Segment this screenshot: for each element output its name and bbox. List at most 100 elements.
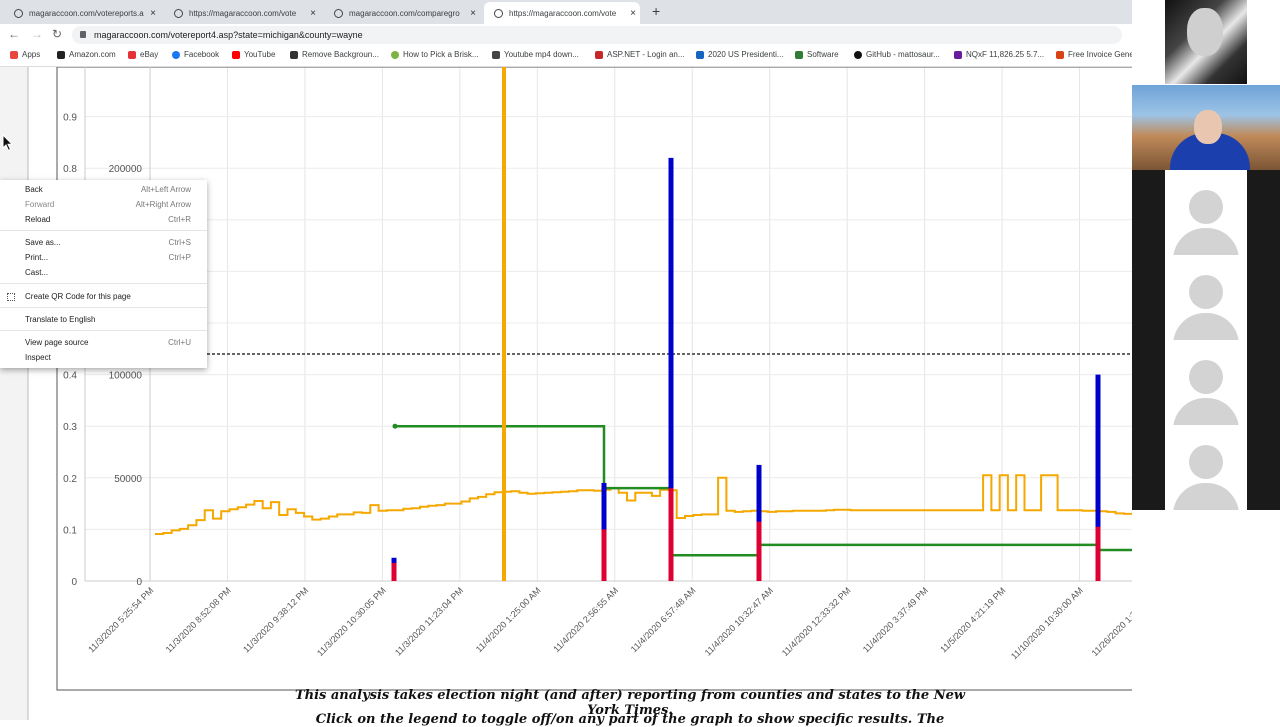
tab-strip: magaraccoon.com/votereports.a × https://… — [0, 0, 1132, 24]
close-tab-icon[interactable]: × — [146, 8, 160, 19]
bookmark-label: GitHub - mattosaur... — [866, 50, 940, 59]
avatar-head-icon — [1189, 190, 1223, 224]
bookmark-item[interactable]: eBay — [128, 50, 158, 59]
x-tick-label: 11/4/2020 6:57:48 AM — [629, 585, 698, 654]
bookmark-item[interactable]: Facebook — [172, 50, 219, 59]
menu-item-forward[interactable]: Forward Alt+Right Arrow — [0, 198, 207, 212]
x-tick-label: 11/4/2020 1:25:00 AM — [474, 585, 543, 654]
chart-markers — [502, 67, 506, 581]
bookmark-label: Apps — [22, 50, 41, 59]
close-tab-icon[interactable]: × — [466, 8, 480, 19]
page-content: 00.10.20.30.40.80.9050000100000200000204… — [0, 67, 1132, 720]
menu-item-cast[interactable]: Cast... — [0, 266, 207, 280]
bookmark-apps[interactable]: Apps — [10, 50, 40, 59]
browser-tab[interactable]: magaraccoon.com/comparegro × — [324, 2, 480, 24]
bookmark-icon — [1056, 50, 1064, 59]
forward-arrow-icon[interactable]: → — [31, 27, 43, 41]
avatar-body-icon — [1173, 398, 1239, 425]
bookmark-label: Software — [807, 50, 839, 59]
menu-shortcut: Ctrl+S — [168, 238, 191, 247]
reload-icon[interactable]: ↻ — [52, 27, 62, 41]
page-scrollbar[interactable] — [1234, 510, 1246, 720]
globe-icon — [174, 8, 183, 18]
x-tick-label: 11/3/2020 9:38:12 PM — [241, 585, 310, 654]
menu-item-view-source[interactable]: View page source Ctrl+U — [0, 336, 207, 350]
votes-tick-label: 200000 — [109, 164, 143, 175]
participant-video-2[interactable] — [1132, 85, 1280, 170]
chart-gridlines — [85, 67, 1132, 582]
participant-placeholder-2[interactable] — [1132, 255, 1280, 340]
menu-shortcut: Alt+Right Arrow — [135, 200, 191, 209]
x-tick-label: 11/4/2020 12:33:32 PM — [780, 585, 853, 658]
ratio-tick-label: 0.2 — [63, 474, 77, 485]
chart-series — [155, 423, 1132, 557]
new-tab-button[interactable]: + — [652, 3, 660, 19]
x-tick-label: 11/3/2020 11:23:04 PM — [393, 585, 465, 657]
red-bar — [601, 529, 607, 581]
close-tab-icon[interactable]: × — [626, 8, 640, 19]
participant-placeholder-3[interactable] — [1132, 340, 1280, 425]
bookmark-item[interactable]: Remove Backgroun... — [290, 50, 379, 59]
browser-tab[interactable]: magaraccoon.com/votereports.a × — [4, 2, 160, 24]
bookmark-item[interactable]: NQxF 11,826.25 5.7... — [954, 50, 1044, 59]
bookmark-item[interactable]: YouTube — [232, 50, 275, 59]
tab-title: magaraccoon.com/votereports.a — [29, 8, 144, 18]
bookmark-item[interactable]: Youtube mp4 down... — [492, 50, 579, 59]
bookmark-item[interactable]: 2020 US Presidenti... — [696, 50, 784, 59]
browser-tab-active[interactable]: https://magaraccoon.com/vote × — [484, 2, 640, 24]
menu-label: Forward — [25, 200, 55, 209]
menu-item-qr-code[interactable]: Create QR Code for this page — [0, 290, 207, 304]
close-tab-icon[interactable]: × — [306, 8, 320, 19]
votes-tick-label: 100000 — [109, 371, 143, 382]
bookmark-item[interactable]: Amazon.com — [57, 50, 116, 59]
x-tick-label: 11/3/2020 10:30:05 PM — [315, 585, 388, 658]
browser-toolbar: ← → ↻ magaraccoon.com/votereport4.asp?st… — [0, 24, 1132, 46]
orange-vertical-marker — [502, 67, 506, 581]
bookmark-label: 2020 US Presidenti... — [708, 50, 784, 59]
red-bar — [668, 488, 674, 581]
menu-item-reload[interactable]: Reload Ctrl+R — [0, 213, 207, 227]
avatar-head-icon — [1189, 275, 1223, 309]
menu-item-translate[interactable]: Translate to English — [0, 313, 207, 327]
bookmark-item[interactable]: Free Invoice Gene... — [1056, 50, 1140, 59]
menu-item-save-as[interactable]: Save as... Ctrl+S — [0, 236, 207, 250]
amazon-icon — [57, 50, 65, 59]
bookmark-label: eBay — [140, 50, 159, 59]
ratio-tick-label: 0.3 — [63, 422, 77, 433]
context-menu: Back Alt+Left Arrow Forward Alt+Right Arro… — [0, 180, 207, 368]
x-tick-label: 11/4/2020 10:32:47 AM — [703, 585, 775, 657]
bookmark-icon — [696, 50, 704, 59]
back-arrow-icon[interactable]: ← — [8, 27, 20, 41]
bookmark-item[interactable]: GitHub - mattosaur... — [854, 50, 940, 59]
ratio-tick-label: 0.9 — [63, 113, 77, 124]
ratio-tick-label: 0.1 — [63, 525, 77, 536]
chart-tick-labels: 00.10.20.30.40.80.9050000100000200000204… — [63, 113, 1132, 662]
bookmark-item[interactable]: ASP.NET - Login an... — [595, 50, 685, 59]
bookmark-item[interactable]: Software — [795, 50, 839, 59]
participant-video-1[interactable] — [1132, 0, 1280, 85]
bookmark-item[interactable]: How to Pick a Brisk... — [391, 50, 479, 59]
avatar-body-icon — [1173, 228, 1239, 255]
participant-placeholder-1[interactable] — [1132, 170, 1280, 255]
tab-title: magaraccoon.com/comparegro — [349, 8, 460, 18]
participant-placeholder-4[interactable] — [1132, 425, 1280, 510]
votes-tick-label: 0 — [136, 577, 142, 588]
bookmark-label: Free Invoice Gene... — [1068, 50, 1141, 59]
participant-face — [1187, 8, 1223, 56]
browser-tab[interactable]: https://magaraccoon.com/vote × — [164, 2, 320, 24]
bookmark-icon — [391, 50, 399, 59]
bookmark-label: NQxF 11,826.25 5.7... — [966, 50, 1045, 59]
x-tick-label: 11/3/2020 5:25:54 PM — [86, 585, 155, 654]
x-tick-label: 11/4/2020 3:37:49 PM — [861, 585, 930, 654]
avatar-head-icon — [1189, 360, 1223, 394]
red-bar — [391, 562, 397, 581]
menu-label: Create QR Code for this page — [25, 292, 131, 301]
chart-bars — [391, 157, 1101, 581]
menu-item-inspect[interactable]: Inspect — [0, 351, 207, 365]
bookmark-icon — [595, 50, 603, 59]
chart-axes — [0, 67, 1132, 720]
address-bar[interactable]: magaraccoon.com/votereport4.asp?state=mi… — [72, 26, 1122, 44]
menu-item-print[interactable]: Print... Ctrl+P — [0, 251, 207, 265]
ebay-icon — [128, 50, 136, 59]
menu-item-back[interactable]: Back Alt+Left Arrow — [0, 183, 207, 197]
